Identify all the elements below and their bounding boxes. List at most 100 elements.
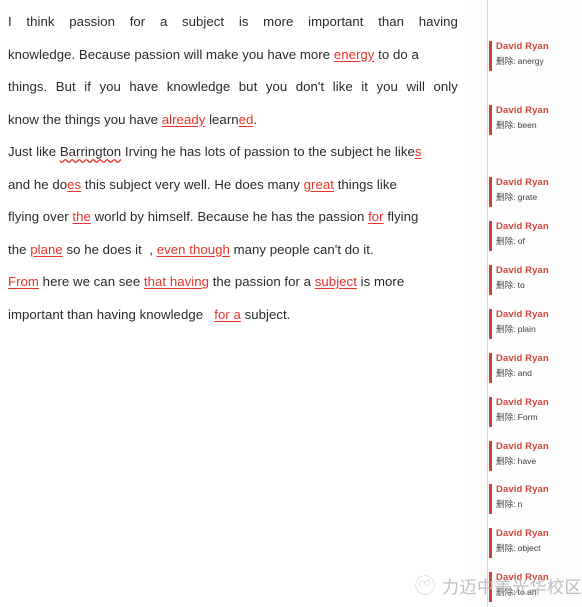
comment-author: David Ryan [496, 572, 549, 583]
text-run: so he does it , [62, 241, 157, 257]
insertion-even-though: even though [156, 241, 230, 257]
comment-card[interactable]: David Ryan 删除: and [489, 352, 581, 383]
word: you [99, 79, 121, 94]
comment-card[interactable]: David Ryan 删除: anergy [489, 40, 581, 71]
text-run: the passion for a [209, 274, 315, 289]
text-line: flying over the world by himself. Becaus… [8, 201, 458, 234]
word: knowledge [166, 79, 231, 94]
comment-word: been [517, 120, 537, 130]
comment-author: David Ryan [496, 353, 549, 364]
word: than [378, 14, 405, 29]
word: things. [8, 79, 48, 94]
comment-word: object [517, 543, 541, 553]
word: but [238, 79, 258, 94]
word: if [84, 79, 91, 94]
insertion-that-having: that having [143, 274, 209, 289]
word: you [265, 79, 288, 94]
comment-author: David Ryan [496, 221, 549, 232]
comment-body: 删除: n [496, 497, 581, 511]
text-line: important than having knowledge for a su… [8, 299, 458, 332]
text-run: . [253, 111, 258, 127]
comment-action-label: 删除: [496, 324, 516, 334]
comment-word: and [517, 368, 532, 378]
text-line: the plane so he does it , even though ma… [8, 234, 458, 267]
paragraph-2: Just like Barrington Irving he has lots … [8, 136, 458, 266]
comment-author: David Ryan [496, 105, 549, 116]
comment-word: anergy [517, 56, 544, 66]
comment-action-label: 删除: [496, 499, 516, 509]
text-line: things. But if you have knowledge but yo… [8, 71, 458, 104]
text-run: flying [383, 209, 419, 224]
word: have [129, 79, 159, 94]
comment-card[interactable]: David Ryan 删除: been [489, 104, 581, 135]
word: don't [295, 79, 325, 94]
comment-card[interactable]: David Ryan 删除: to [489, 264, 581, 295]
comment-word: grate [517, 192, 538, 202]
insertion-es: es [67, 176, 82, 192]
essay-body: I think passion for a subject is more im… [0, 0, 466, 607]
comment-accent-bar [489, 309, 492, 339]
comment-accent-bar [489, 441, 492, 471]
comment-card[interactable]: David Ryan 删除: of [489, 220, 581, 251]
comment-card[interactable]: David Ryan 删除: grate [489, 176, 581, 207]
comment-body: 删除: of [496, 234, 581, 248]
comment-body: 删除: anergy [496, 54, 581, 68]
text-run: things like [333, 176, 397, 192]
text-line: From here we can see that having the pas… [8, 266, 458, 299]
comment-card[interactable]: David Ryan 删除: n [489, 483, 581, 514]
text-run: learn [205, 111, 239, 127]
text-line: and he does this subject very well. He d… [8, 169, 458, 202]
comment-gutter: David Ryan 删除: anergy David Ryan 删除: been … [466, 0, 582, 607]
word: important [308, 14, 364, 29]
comment-word: have [517, 456, 537, 466]
word: passion [69, 14, 116, 29]
text-run: here we can see [38, 274, 144, 289]
paragraph-3: From here we can see that having the pas… [8, 266, 458, 331]
comment-author: David Ryan [496, 397, 549, 408]
word: a [159, 14, 168, 29]
insertion-great: great [303, 176, 334, 192]
text-run: many people can't do it. [229, 241, 374, 257]
comment-action-label: 删除: [496, 412, 516, 422]
document-page: I think passion for a subject is more im… [0, 0, 582, 607]
comment-accent-bar [489, 41, 492, 71]
comment-card[interactable]: David Ryan 删除: have [489, 440, 581, 471]
word: is [238, 14, 249, 29]
text-run: this subject very well. He does many [81, 176, 304, 192]
comment-action-label: 删除: [496, 456, 516, 466]
comment-card[interactable]: David Ryan 删除: plain [489, 308, 581, 339]
word: for [129, 14, 146, 29]
comment-body: 删除: and [496, 366, 581, 380]
insertion-subject: subject [314, 274, 357, 289]
comment-action-label: 删除: [496, 192, 516, 202]
comment-accent-bar [489, 572, 492, 602]
comment-author: David Ryan [496, 177, 549, 188]
comment-body: 删除: been [496, 118, 581, 132]
comment-body: 删除: to an [496, 585, 581, 599]
text-run: Irving he has lots of passion to the sub… [121, 144, 415, 159]
comment-author: David Ryan [496, 441, 549, 452]
comment-card[interactable]: David Ryan 删除: to an [489, 571, 581, 602]
comment-action-label: 删除: [496, 368, 516, 378]
gutter-divider [487, 0, 488, 607]
text-run: world by himself. Because he has the pas… [90, 209, 369, 224]
word: like [332, 79, 353, 94]
insertion-s: s [414, 144, 422, 159]
comment-card[interactable]: David Ryan 删除: Form [489, 396, 581, 427]
comment-word: of [517, 236, 525, 246]
comment-card[interactable]: David Ryan 删除: object [489, 527, 581, 558]
comment-action-label: 删除: [496, 120, 516, 130]
text-run: is more [356, 274, 405, 289]
text-run: to do a [374, 46, 419, 62]
comment-word: n [517, 499, 523, 509]
comment-author: David Ryan [496, 484, 549, 495]
comment-author: David Ryan [496, 41, 549, 52]
word: I [8, 14, 12, 29]
insertion-from: From [8, 274, 39, 289]
comment-author: David Ryan [496, 309, 549, 320]
insertion-the: the [72, 209, 91, 224]
word: it [361, 79, 368, 94]
word: But [55, 79, 76, 94]
comment-body: 删除: have [496, 454, 581, 468]
text-run: important than having knowledge [8, 306, 215, 322]
